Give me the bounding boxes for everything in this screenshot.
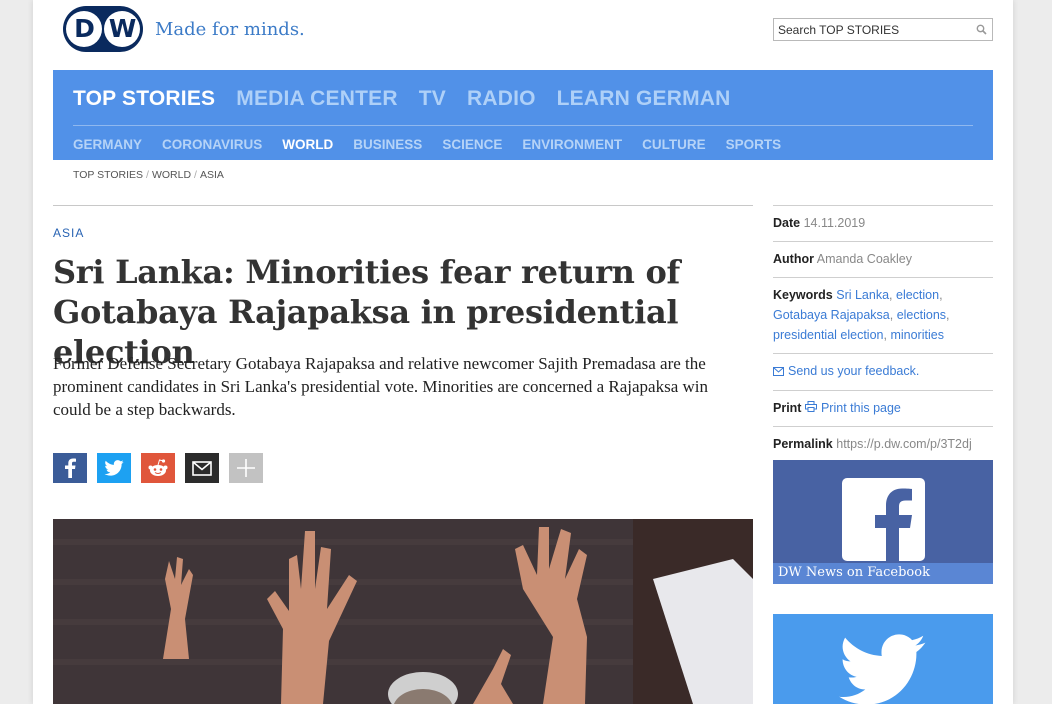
share-bar: [53, 453, 263, 483]
print-page-link[interactable]: Print this page: [821, 401, 901, 415]
breadcrumb-asia[interactable]: ASIA: [200, 169, 224, 181]
nav-item-radio[interactable]: RADIO: [467, 87, 536, 111]
article-kicker[interactable]: ASIA: [53, 226, 84, 240]
envelope-icon: [773, 362, 784, 382]
print-label: Print: [773, 400, 802, 415]
facebook-icon[interactable]: [53, 453, 87, 483]
nav-sub-menu: GERMANY CORONAVIRUS WORLD BUSINESS SCIEN…: [73, 137, 781, 152]
keywords-label: Keywords: [773, 288, 833, 302]
dw-logo[interactable]: DW Made for minds.: [63, 6, 305, 52]
author-label: Author: [773, 252, 814, 266]
permalink-label: Permalink: [773, 437, 833, 452]
date-label: Date: [773, 216, 801, 230]
subnav-item-sports[interactable]: SPORTS: [726, 137, 782, 152]
nav-main-menu: TOP STORIES MEDIA CENTER TV RADIO LEARN …: [73, 87, 731, 111]
nav-item-tv[interactable]: TV: [419, 87, 446, 111]
nav-item-top-stories[interactable]: TOP STORIES: [73, 87, 215, 111]
subnav-item-business[interactable]: BUSINESS: [353, 137, 422, 152]
facebook-promo-caption: DW News on Facebook: [773, 563, 993, 584]
info-feedback: Send us your feedback.: [773, 353, 993, 390]
subnav-item-germany[interactable]: GERMANY: [73, 137, 142, 152]
info-print: Print Print this page: [773, 389, 993, 427]
article-photo-image: [53, 519, 753, 704]
permalink-value[interactable]: https://p.dw.com/p/3T2dj: [836, 437, 972, 451]
dw-logo-mark: DW: [63, 6, 143, 52]
facebook-promo[interactable]: DW News on Facebook: [773, 460, 993, 584]
keyword-link[interactable]: Sri Lanka: [836, 288, 889, 302]
search-icon[interactable]: [974, 23, 988, 37]
feedback-link[interactable]: Send us your feedback.: [788, 364, 919, 378]
subnav-item-environment[interactable]: ENVIRONMENT: [522, 137, 622, 152]
info-date: Date 14.11.2019: [773, 205, 993, 241]
breadcrumb-top-stories[interactable]: TOP STORIES: [73, 169, 143, 181]
printer-icon: [804, 398, 817, 418]
nav-item-learn-german[interactable]: LEARN GERMAN: [557, 87, 731, 111]
subnav-item-world[interactable]: WORLD: [282, 137, 333, 152]
info-keywords: Keywords Sri Lanka, election, Gotabaya R…: [773, 277, 993, 353]
keyword-link[interactable]: Gotabaya Rajapaksa: [773, 308, 890, 322]
keyword-link[interactable]: election: [896, 288, 939, 302]
article-photo[interactable]: [53, 519, 753, 704]
breadcrumb-world[interactable]: WORLD: [152, 169, 191, 181]
breadcrumb-separator: /: [146, 169, 149, 181]
info-permalink: Permalink https://p.dw.com/p/3T2dj: [773, 426, 993, 464]
keyword-link[interactable]: presidential election: [773, 328, 884, 342]
keyword-link[interactable]: elections: [897, 308, 946, 322]
facebook-logo-icon: [842, 478, 925, 561]
subnav-item-science[interactable]: SCIENCE: [442, 137, 502, 152]
search-input[interactable]: [778, 22, 974, 37]
slogan: Made for minds.: [155, 18, 305, 40]
main-navigation: TOP STORIES MEDIA CENTER TV RADIO LEARN …: [53, 70, 993, 160]
subnav-item-culture[interactable]: CULTURE: [642, 137, 706, 152]
subnav-item-coronavirus[interactable]: CORONAVIRUS: [162, 137, 262, 152]
date-value: 14.11.2019: [803, 216, 866, 230]
page: DW Made for minds. TOP STORIES MEDIA CEN…: [33, 0, 1013, 704]
email-icon[interactable]: [185, 453, 219, 483]
article-divider: [53, 205, 753, 206]
keyword-link[interactable]: minorities: [890, 328, 944, 342]
info-author: Author Amanda Coakley: [773, 241, 993, 277]
logo-letter-d: D: [66, 11, 102, 47]
twitter-bird-icon: [839, 634, 926, 704]
nav-item-media-center[interactable]: MEDIA CENTER: [236, 87, 397, 111]
article-info-box: Date 14.11.2019 Author Amanda Coakley Ke…: [773, 205, 993, 464]
reddit-icon[interactable]: [141, 453, 175, 483]
author-value: Amanda Coakley: [816, 252, 912, 266]
article-teaser: Former Defense Secretary Gotabaya Rajapa…: [53, 354, 708, 419]
nav-divider: [73, 125, 973, 126]
logo-letter-w: W: [104, 11, 140, 47]
breadcrumb: TOP STORIES / WORLD / ASIA: [73, 169, 224, 181]
twitter-icon[interactable]: [97, 453, 131, 483]
search-box[interactable]: [773, 18, 993, 41]
breadcrumb-separator: /: [194, 169, 197, 181]
plus-icon[interactable]: [229, 453, 263, 483]
twitter-promo[interactable]: [773, 614, 993, 704]
